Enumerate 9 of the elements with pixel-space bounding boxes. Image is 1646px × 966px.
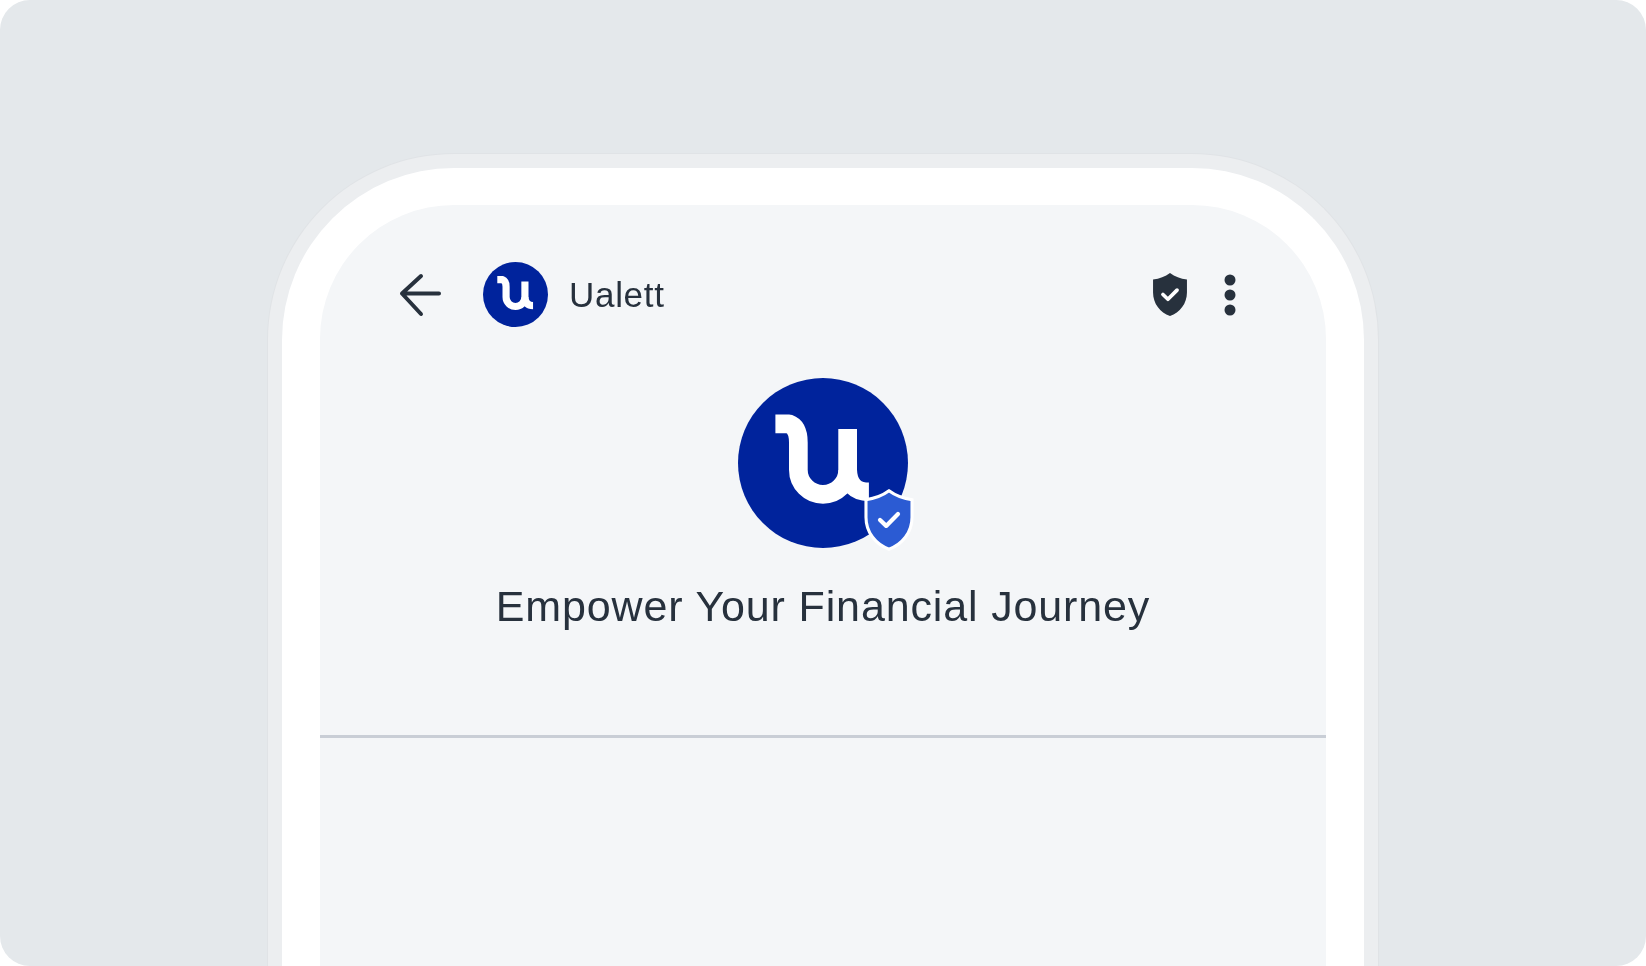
app-logo-icon <box>483 262 548 327</box>
more-vertical-icon <box>1224 273 1236 316</box>
arrow-left-icon <box>399 272 442 317</box>
headline: Empower Your Financial Journey <box>495 581 1151 632</box>
app-title: Ualett <box>569 274 665 315</box>
back-button[interactable] <box>399 272 442 317</box>
shield-check-icon[interactable] <box>1152 273 1188 316</box>
more-options-button[interactable] <box>1224 273 1236 316</box>
app-logo-icon <box>738 378 908 548</box>
